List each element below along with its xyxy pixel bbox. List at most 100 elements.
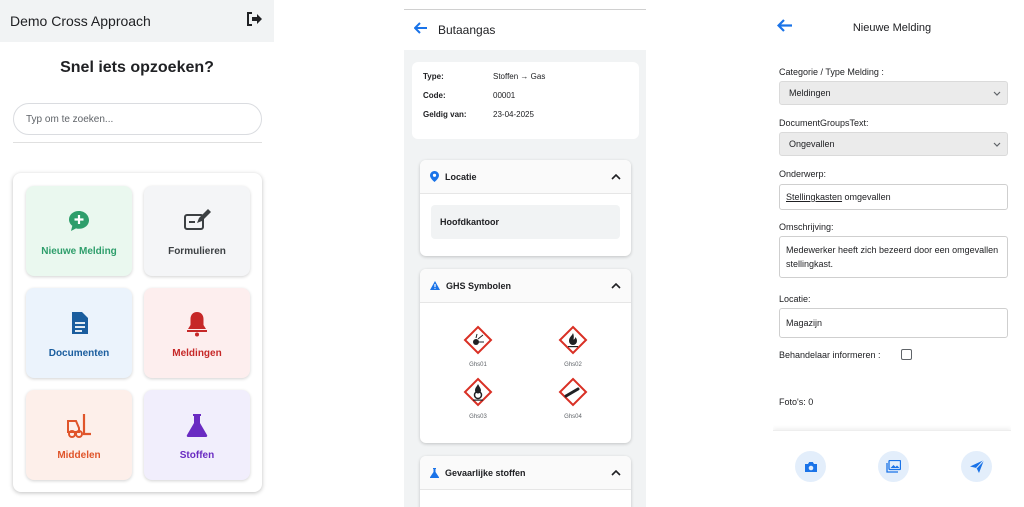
search-heading: Snel iets opzoeken?	[60, 59, 214, 76]
section-header[interactable]: Gevaarlijke stoffen	[420, 456, 631, 490]
ghs-caption: Ghs01	[469, 362, 487, 368]
document-icon	[72, 311, 88, 334]
info-value: 00001	[493, 91, 516, 100]
docgroups-label: DocumentGroupsText:	[779, 118, 869, 128]
flame-ghs-icon	[558, 325, 588, 355]
behandelaar-label: Behandelaar informeren :	[779, 350, 881, 360]
edit-form-icon	[184, 208, 211, 230]
tile-label: Documenten	[48, 347, 110, 359]
locatie-label: Locatie:	[779, 294, 811, 304]
ghs-caption: Ghs02	[564, 362, 582, 368]
chevron-down-icon	[993, 142, 1001, 147]
send-icon	[969, 460, 984, 473]
chevron-up-icon[interactable]	[611, 469, 621, 476]
onderwerp-label: Onderwerp:	[779, 169, 827, 179]
location-pin-icon	[430, 171, 439, 182]
gas-cylinder-ghs-icon	[558, 377, 588, 407]
section-header[interactable]: Locatie	[420, 160, 631, 194]
flask-icon	[186, 413, 208, 437]
info-value: Stoffen → Gas	[493, 72, 546, 81]
ghs-symbol[interactable]: Ghs02	[553, 325, 593, 368]
tile-formulieren[interactable]: Formulieren	[144, 186, 250, 276]
tile-middelen[interactable]: Middelen	[26, 390, 132, 480]
fotos-count: Foto's: 0	[779, 397, 814, 407]
onderwerp-value: omgevallen	[842, 192, 891, 202]
chevron-up-icon[interactable]	[611, 282, 621, 289]
app-bar: Nieuwe Melding	[773, 0, 1011, 56]
app-bar: Demo Cross Approach	[0, 0, 274, 42]
locatie-input[interactable]: Magazijn	[779, 308, 1008, 338]
info-value: 23-04-2025	[493, 110, 534, 119]
action-bar	[773, 430, 1011, 507]
ghs-grid: Ghs01 Ghs02 Ghs03 Ghs04	[420, 303, 631, 441]
camera-button[interactable]	[795, 451, 826, 482]
info-row: Geldig van: 23-04-2025	[423, 110, 639, 129]
info-key: Geldig van:	[423, 110, 467, 119]
info-row: Code: 00001	[423, 91, 639, 110]
send-button[interactable]	[961, 451, 992, 482]
section-ghs: GHS Symbolen Ghs01 Ghs02 Ghs03 Ghs04	[420, 269, 631, 443]
ghs-symbol[interactable]: Ghs04	[553, 377, 593, 420]
flask-icon	[430, 467, 439, 478]
forklift-icon	[67, 413, 91, 438]
menu-card: Nieuwe Melding Formulieren Documenten Me…	[13, 173, 262, 492]
select-value: Meldingen	[789, 88, 831, 98]
location-value: Hoofdkantoor	[431, 205, 620, 239]
substance-detail-screen: Butaangas Type: Stoffen → Gas Code: 00001 …	[404, 0, 646, 507]
app-bar: Butaangas	[404, 10, 646, 50]
back-arrow-icon[interactable]	[413, 21, 428, 39]
ghs-caption: Ghs04	[564, 414, 582, 420]
info-row: Type: Stoffen → Gas	[423, 72, 639, 91]
status-strip	[404, 0, 646, 10]
tile-stoffen[interactable]: Stoffen	[144, 390, 250, 480]
divider	[13, 142, 262, 143]
section-title: GHS Symbolen	[446, 280, 512, 291]
section-title: Gevaarlijke stoffen	[445, 467, 526, 478]
tile-label: Formulieren	[168, 245, 226, 257]
logout-icon[interactable]	[246, 11, 262, 31]
section-title: Locatie	[445, 171, 477, 182]
chevron-down-icon	[993, 91, 1001, 96]
oxidizer-ghs-icon	[463, 377, 493, 407]
app-title: Demo Cross Approach	[10, 13, 151, 29]
section-gevaarlijke-stoffen: Gevaarlijke stoffen	[420, 456, 631, 507]
new-report-screen: Nieuwe Melding Categorie / Type Melding …	[773, 0, 1011, 507]
ghs-symbol[interactable]: Ghs03	[458, 377, 498, 420]
info-key: Type:	[423, 72, 444, 81]
page-title: Butaangas	[438, 23, 496, 37]
categorie-select[interactable]: Meldingen	[779, 81, 1008, 105]
warning-icon	[430, 281, 440, 290]
section-locatie: Locatie Hoofdkantoor	[420, 160, 631, 256]
page-title: Nieuwe Melding	[852, 22, 932, 34]
home-screen: Demo Cross Approach Snel iets opzoeken? …	[0, 0, 274, 507]
select-value: Ongevallen	[789, 139, 835, 149]
onderwerp-input[interactable]: Stellingkasten omgevallen	[779, 184, 1008, 210]
image-gallery-icon	[886, 460, 901, 473]
explosive-ghs-icon	[463, 325, 493, 355]
tile-label: Meldingen	[172, 347, 222, 359]
omschrijving-label: Omschrijving:	[779, 222, 834, 232]
tile-label: Stoffen	[179, 449, 215, 461]
tile-label: Nieuwe Melding	[41, 245, 117, 257]
omschrijving-value: Medewerker heeft zich bezeerd door een o…	[786, 245, 999, 270]
docgroups-select[interactable]: Ongevallen	[779, 132, 1008, 156]
gallery-button[interactable]	[878, 451, 909, 482]
search-input[interactable]	[13, 103, 262, 135]
onderwerp-value-underlined: Stellingkasten	[786, 192, 843, 202]
tile-documenten[interactable]: Documenten	[26, 288, 132, 378]
chat-plus-icon	[69, 210, 89, 231]
ghs-symbol[interactable]: Ghs01	[458, 325, 498, 368]
chevron-up-icon[interactable]	[611, 173, 621, 180]
locatie-value: Magazijn	[786, 318, 823, 328]
ghs-caption: Ghs03	[469, 414, 487, 420]
section-header[interactable]: GHS Symbolen	[420, 269, 631, 303]
tile-meldingen[interactable]: Meldingen	[144, 288, 250, 378]
omschrijving-textarea[interactable]: Medewerker heeft zich bezeerd door een o…	[779, 236, 1008, 278]
behandelaar-checkbox[interactable]	[901, 349, 912, 360]
camera-icon	[804, 461, 817, 472]
info-key: Code:	[423, 91, 446, 100]
categorie-label: Categorie / Type Melding :	[779, 67, 884, 77]
bell-icon	[187, 311, 207, 336]
tile-nieuwe-melding[interactable]: Nieuwe Melding	[26, 186, 132, 276]
info-card: Type: Stoffen → Gas Code: 00001 Geldig van…	[412, 62, 639, 139]
